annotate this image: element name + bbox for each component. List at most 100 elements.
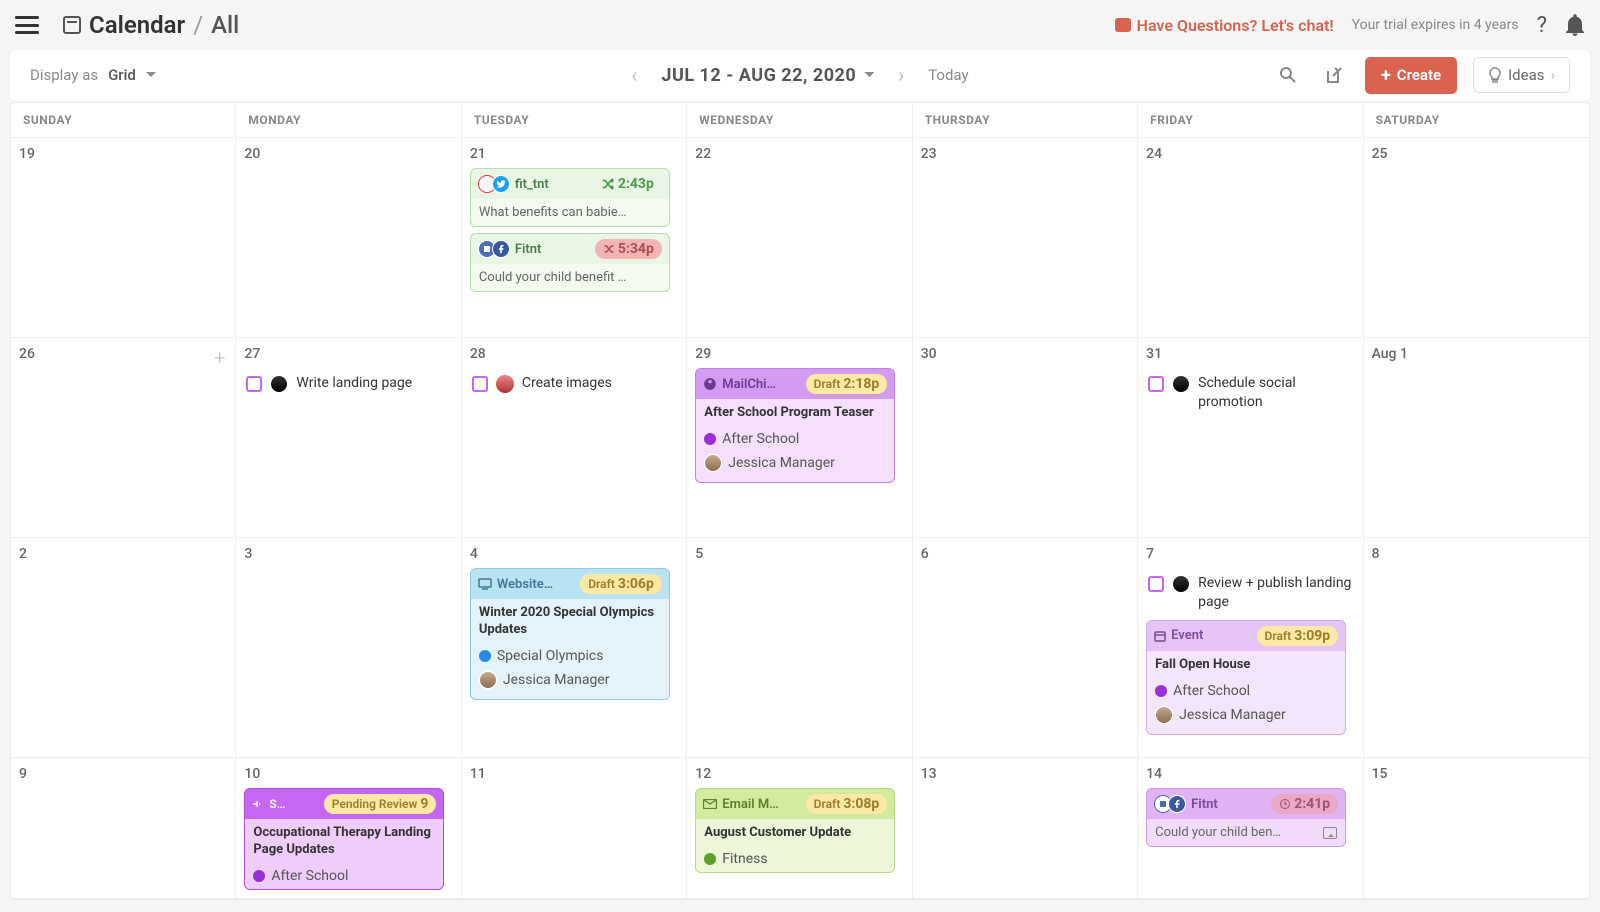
channel-icons	[478, 240, 510, 258]
breadcrumb-main[interactable]: Calendar	[89, 11, 185, 39]
day-cell[interactable]: 25	[1364, 138, 1589, 337]
week-row: 9 10 S… Pending Review 9 Occupational Th…	[11, 758, 1589, 899]
task-checkbox[interactable]	[246, 376, 262, 392]
day-cell[interactable]: 24	[1138, 138, 1363, 337]
breadcrumb-separator: /	[193, 11, 203, 39]
task-item[interactable]: Schedule social promotion	[1146, 372, 1354, 414]
calendar-toolbar: Display as Grid ‹ JUL 12 - AUG 22, 2020 …	[10, 50, 1590, 100]
notifications-bell-icon[interactable]	[1565, 14, 1585, 36]
create-button[interactable]: + Create	[1365, 57, 1457, 94]
twitter-icon	[492, 175, 510, 193]
card-tag: After School	[1147, 680, 1345, 702]
calendar-grid: SUNDAY MONDAY TUESDAY WEDNESDAY THURSDAY…	[10, 102, 1590, 900]
calendar-card[interactable]: Event Draft 3:09p Fall Open House After …	[1146, 620, 1346, 735]
display-as-selector[interactable]: Display as Grid	[30, 66, 156, 84]
search-icon[interactable]	[1273, 60, 1303, 90]
share-icon[interactable]	[1319, 60, 1349, 90]
day-cell[interactable]: 2	[11, 538, 236, 757]
card-tag: Fitness	[696, 848, 894, 870]
task-checkbox[interactable]	[1148, 376, 1164, 392]
day-cell[interactable]: 9	[11, 758, 236, 898]
day-cell[interactable]: 4 Website… Draft 3:06p Winter 2020 Speci…	[462, 538, 687, 757]
card-title: August Customer Update	[696, 821, 894, 848]
day-cell[interactable]: 10 S… Pending Review 9 Occupational Ther…	[236, 758, 461, 898]
calendar-card[interactable]: Fitnt 5:34p Could your child benefit …	[470, 233, 670, 292]
chevron-down-icon	[146, 72, 156, 82]
next-range-icon[interactable]: ›	[898, 63, 904, 87]
task-checkbox[interactable]	[472, 376, 488, 392]
day-cell[interactable]: 22	[687, 138, 912, 337]
calendar-card[interactable]: Email M… Draft 3:08p August Customer Upd…	[695, 788, 895, 873]
mailchimp-icon	[703, 377, 717, 391]
day-cell[interactable]: 27 Write landing page	[236, 338, 461, 537]
status-pill: Draft 3:06p	[580, 574, 662, 594]
day-cell[interactable]: 8	[1364, 538, 1589, 757]
weekday-wednesday: WEDNESDAY	[687, 103, 912, 138]
day-cell[interactable]: 3	[236, 538, 461, 757]
day-cell[interactable]: 11	[462, 758, 687, 898]
card-tag: After School	[696, 428, 894, 450]
calendar-card[interactable]: S… Pending Review 9 Occupational Therapy…	[244, 788, 444, 890]
calendar-icon	[63, 16, 81, 34]
calendar-card[interactable]: MailChi… Draft 2:18p After School Progra…	[695, 368, 895, 483]
day-cell[interactable]: 14 Fitnt 2:41p Could yo	[1138, 758, 1363, 898]
calendar-card[interactable]: fit_tnt 2:43p What benefits can babie…	[470, 168, 670, 227]
task-item[interactable]: Create images	[470, 372, 678, 395]
day-cell[interactable]: 31 Schedule social promotion	[1138, 338, 1363, 537]
weekday-friday: FRIDAY	[1138, 103, 1363, 138]
day-cell[interactable]: 26 +	[11, 338, 236, 537]
ideas-button[interactable]: Ideas ›	[1473, 57, 1570, 93]
today-button[interactable]: Today	[928, 66, 968, 84]
day-cell[interactable]: 23	[913, 138, 1138, 337]
day-cell[interactable]: 5	[687, 538, 912, 757]
email-icon	[703, 799, 717, 809]
day-cell[interactable]: 28 Create images	[462, 338, 687, 537]
card-title: Occupational Therapy Landing Page Update…	[245, 821, 443, 865]
week-row: 19 20 21 fit_tnt 2:43p	[11, 138, 1589, 338]
bullhorn-icon	[252, 798, 264, 810]
week-row: 26 + 27 Write landing page 28 Create ima…	[11, 338, 1589, 538]
task-checkbox[interactable]	[1148, 576, 1164, 592]
weekday-saturday: SATURDAY	[1364, 103, 1589, 138]
day-cell[interactable]: 20	[236, 138, 461, 337]
chat-bubble-icon	[1115, 18, 1131, 32]
chat-link[interactable]: Have Questions? Let's chat!	[1115, 16, 1334, 35]
add-event-icon[interactable]: +	[214, 346, 225, 370]
app-header: Calendar / All Have Questions? Let's cha…	[0, 0, 1600, 50]
facebook-icon	[492, 240, 510, 258]
day-cell[interactable]: 12 Email M… Draft 3:08p August Customer …	[687, 758, 912, 898]
chevron-down-icon	[864, 72, 874, 82]
day-cell[interactable]: 29 MailChi… Draft 2:18p After School Pro…	[687, 338, 912, 537]
day-cell[interactable]: Aug 1	[1364, 338, 1589, 537]
day-cell[interactable]: 6	[913, 538, 1138, 757]
task-item[interactable]: Write landing page	[244, 372, 452, 395]
facebook-icon	[1168, 795, 1186, 813]
channel-icons	[1154, 795, 1186, 813]
day-cell[interactable]: 15	[1364, 758, 1589, 898]
breadcrumb-sub[interactable]: All	[211, 11, 239, 39]
card-preview: What benefits can babie…	[471, 199, 669, 226]
menu-hamburger-icon[interactable]	[15, 16, 39, 34]
card-tag: After School	[245, 865, 443, 887]
prev-range-icon[interactable]: ‹	[631, 63, 637, 87]
weekday-header: SUNDAY MONDAY TUESDAY WEDNESDAY THURSDAY…	[11, 103, 1589, 138]
day-cell[interactable]: 21 fit_tnt 2:43p	[462, 138, 687, 337]
assignee-avatar	[270, 375, 288, 393]
plus-icon: +	[1381, 65, 1391, 86]
day-cell[interactable]: 19	[11, 138, 236, 337]
day-cell[interactable]: 30	[913, 338, 1138, 537]
calendar-card[interactable]: Fitnt 2:41p Could your child ben…	[1146, 788, 1346, 847]
status-pill: Draft 3:08p	[806, 794, 888, 814]
calendar-card[interactable]: Website… Draft 3:06p Winter 2020 Special…	[470, 568, 670, 700]
card-preview: Could your child benefit …	[471, 264, 669, 291]
day-cell[interactable]: 7 Review + publish landing page Event Dr…	[1138, 538, 1363, 757]
task-item[interactable]: Review + publish landing page	[1146, 572, 1354, 614]
card-author: Jessica Manager	[696, 450, 894, 480]
assignee-avatar	[1172, 375, 1190, 393]
time-pill: 5:34p	[595, 239, 662, 259]
date-range-picker[interactable]: JUL 12 - AUG 22, 2020	[661, 65, 874, 86]
clock-icon	[1279, 798, 1291, 810]
help-icon[interactable]: ?	[1537, 13, 1547, 38]
image-icon	[1323, 827, 1337, 839]
day-cell[interactable]: 13	[913, 758, 1138, 898]
